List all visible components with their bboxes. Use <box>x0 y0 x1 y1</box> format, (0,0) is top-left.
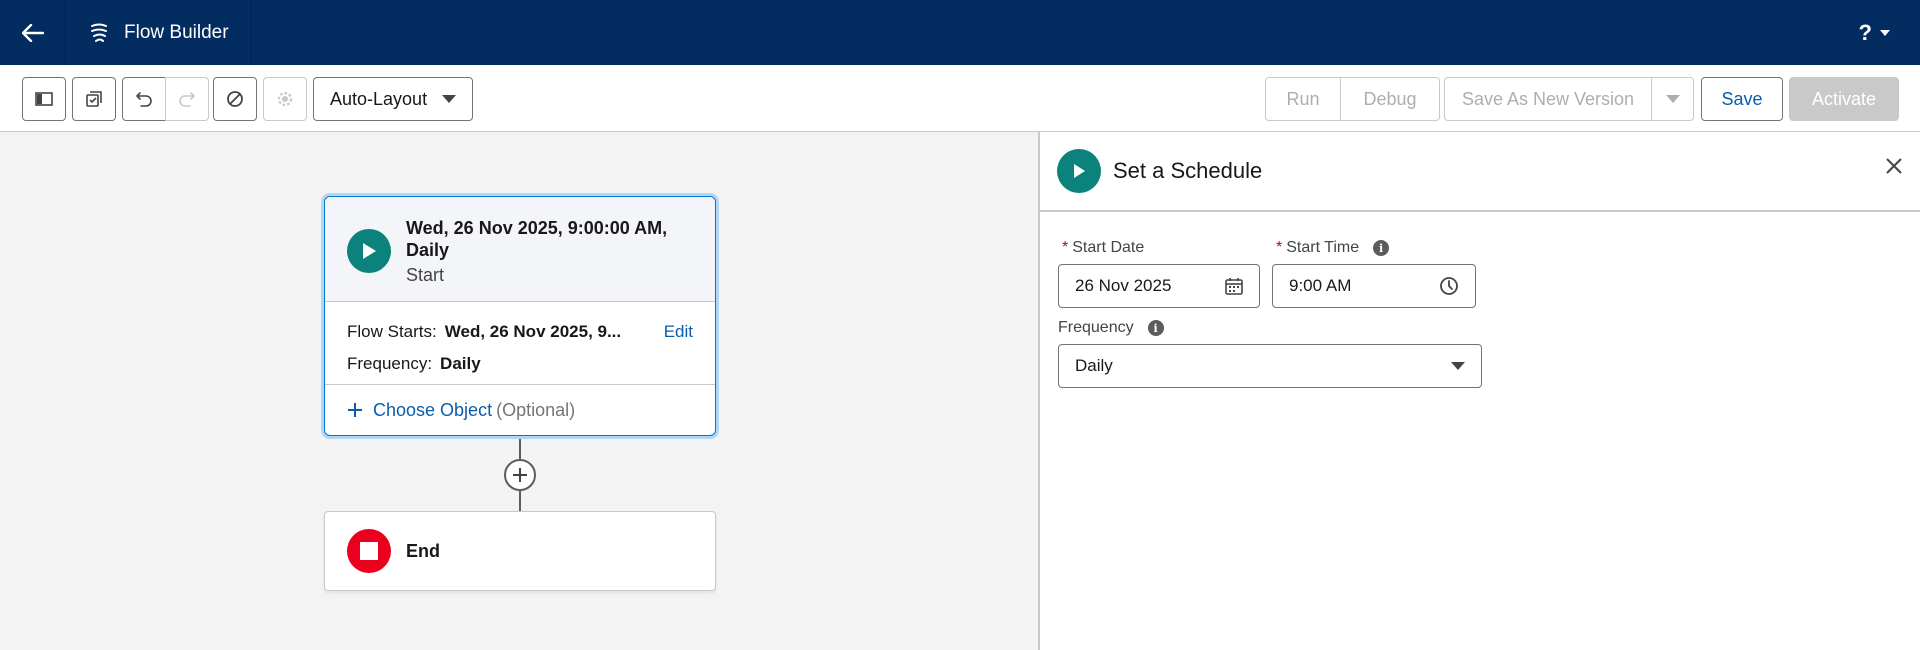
edit-schedule-link[interactable]: Edit <box>664 322 693 342</box>
properties-panel: Set a Schedule * Start Date 26 Nov 2025 … <box>1038 132 1920 650</box>
flow-starts-label: Flow Starts: <box>347 322 437 341</box>
gear-icon <box>277 91 293 107</box>
choose-object-button[interactable]: Choose Object (Optional) <box>325 385 715 435</box>
start-time-input[interactable]: 9:00 AM <box>1272 264 1476 308</box>
frequency-select-value: Daily <box>1075 356 1113 375</box>
start-card-details: Flow Starts: Wed, 26 Nov 2025, 9... Freq… <box>325 302 715 385</box>
deactivate-button[interactable] <box>213 77 257 121</box>
back-button[interactable] <box>0 0 66 65</box>
help-menu-button[interactable]: ? <box>1859 20 1890 46</box>
start-card-subtitle: Start <box>406 265 445 285</box>
run-button[interactable]: Run <box>1265 77 1341 121</box>
save-options-dropdown[interactable] <box>1651 77 1694 121</box>
connector-line <box>519 490 521 512</box>
panel-title: Set a Schedule <box>1113 158 1263 183</box>
clock-icon[interactable] <box>1439 276 1459 296</box>
chevron-down-icon <box>1880 30 1890 36</box>
start-date-label: * Start Date <box>1062 239 1144 257</box>
panel-left-icon <box>35 92 53 106</box>
connector-line <box>519 439 521 461</box>
start-element-card[interactable]: Wed, 26 Nov 2025, 9:00:00 AM, Daily Star… <box>324 196 716 436</box>
redo-icon <box>179 92 196 107</box>
help-icon: ? <box>1858 20 1872 45</box>
close-panel-button[interactable] <box>1886 158 1902 179</box>
calendar-icon[interactable] <box>1225 277 1243 295</box>
app-header: Flow Builder ? <box>0 0 1920 65</box>
chevron-down-icon <box>1451 362 1465 370</box>
start-time-label: * Start Time i <box>1276 239 1390 257</box>
end-label: End <box>406 540 440 561</box>
copy-check-icon <box>86 91 102 107</box>
redo-button[interactable] <box>165 77 209 121</box>
plus-icon <box>513 468 527 482</box>
frequency-label: Frequency: <box>347 354 433 373</box>
info-icon[interactable]: i <box>1373 240 1390 256</box>
layout-mode-value: Auto-Layout <box>330 88 428 109</box>
flow-canvas[interactable]: Wed, 26 Nov 2025, 9:00:00 AM, Daily Star… <box>0 132 1038 650</box>
required-marker: * <box>1276 239 1283 256</box>
app-name-area: Flow Builder <box>66 0 252 65</box>
info-icon[interactable]: i <box>1147 320 1164 336</box>
play-icon <box>347 229 391 273</box>
stop-icon <box>347 529 391 573</box>
add-element-button[interactable] <box>504 459 536 491</box>
undo-button[interactable] <box>122 77 166 121</box>
frequency-field-label: Frequency i <box>1058 319 1164 337</box>
play-icon <box>1057 149 1101 193</box>
choose-object-optional: (Optional) <box>496 399 576 420</box>
settings-button[interactable] <box>263 77 307 121</box>
toggle-toolbox-button[interactable] <box>22 77 66 121</box>
start-time-label-text: Start Time <box>1286 239 1360 256</box>
undo-icon <box>135 92 152 107</box>
save-as-new-version-button[interactable]: Save As New Version <box>1444 77 1652 121</box>
flow-details-button[interactable] <box>72 77 116 121</box>
chevron-down-icon <box>442 95 456 103</box>
frequency-value: Daily <box>440 354 481 373</box>
block-icon <box>227 91 243 107</box>
frequency-row: Frequency: Daily <box>347 348 693 380</box>
close-icon <box>1886 158 1902 174</box>
frequency-label-text: Frequency <box>1058 319 1134 336</box>
flow-starts-row: Flow Starts: Wed, 26 Nov 2025, 9... <box>347 316 693 348</box>
plus-icon <box>348 403 362 417</box>
start-card-header: Wed, 26 Nov 2025, 9:00:00 AM, Daily Star… <box>325 197 715 302</box>
save-button[interactable]: Save <box>1701 77 1783 121</box>
app-title: Flow Builder <box>124 21 229 43</box>
start-date-input[interactable]: 26 Nov 2025 <box>1058 264 1260 308</box>
arrow-left-icon <box>21 23 44 42</box>
choose-object-label: Choose Object <box>373 399 493 420</box>
layout-mode-select[interactable]: Auto-Layout <box>313 77 473 121</box>
flow-starts-value: Wed, 26 Nov 2025, 9... <box>444 322 622 341</box>
chevron-down-icon <box>1665 95 1680 103</box>
frequency-select[interactable]: Daily <box>1058 344 1482 388</box>
start-card-title: Wed, 26 Nov 2025, 9:00:00 AM, Daily <box>406 218 668 260</box>
required-marker: * <box>1062 239 1069 256</box>
flow-icon <box>91 23 107 42</box>
start-time-value: 9:00 AM <box>1289 276 1352 295</box>
start-date-label-text: Start Date <box>1072 239 1145 256</box>
toolbar: Auto-Layout Run Debug Save As New Versio… <box>0 65 1920 132</box>
activate-button[interactable]: Activate <box>1789 77 1899 121</box>
panel-header: Set a Schedule <box>1040 132 1920 212</box>
debug-button[interactable]: Debug <box>1340 77 1440 121</box>
end-element-card[interactable]: End <box>324 511 716 591</box>
start-date-value: 26 Nov 2025 <box>1075 276 1172 295</box>
